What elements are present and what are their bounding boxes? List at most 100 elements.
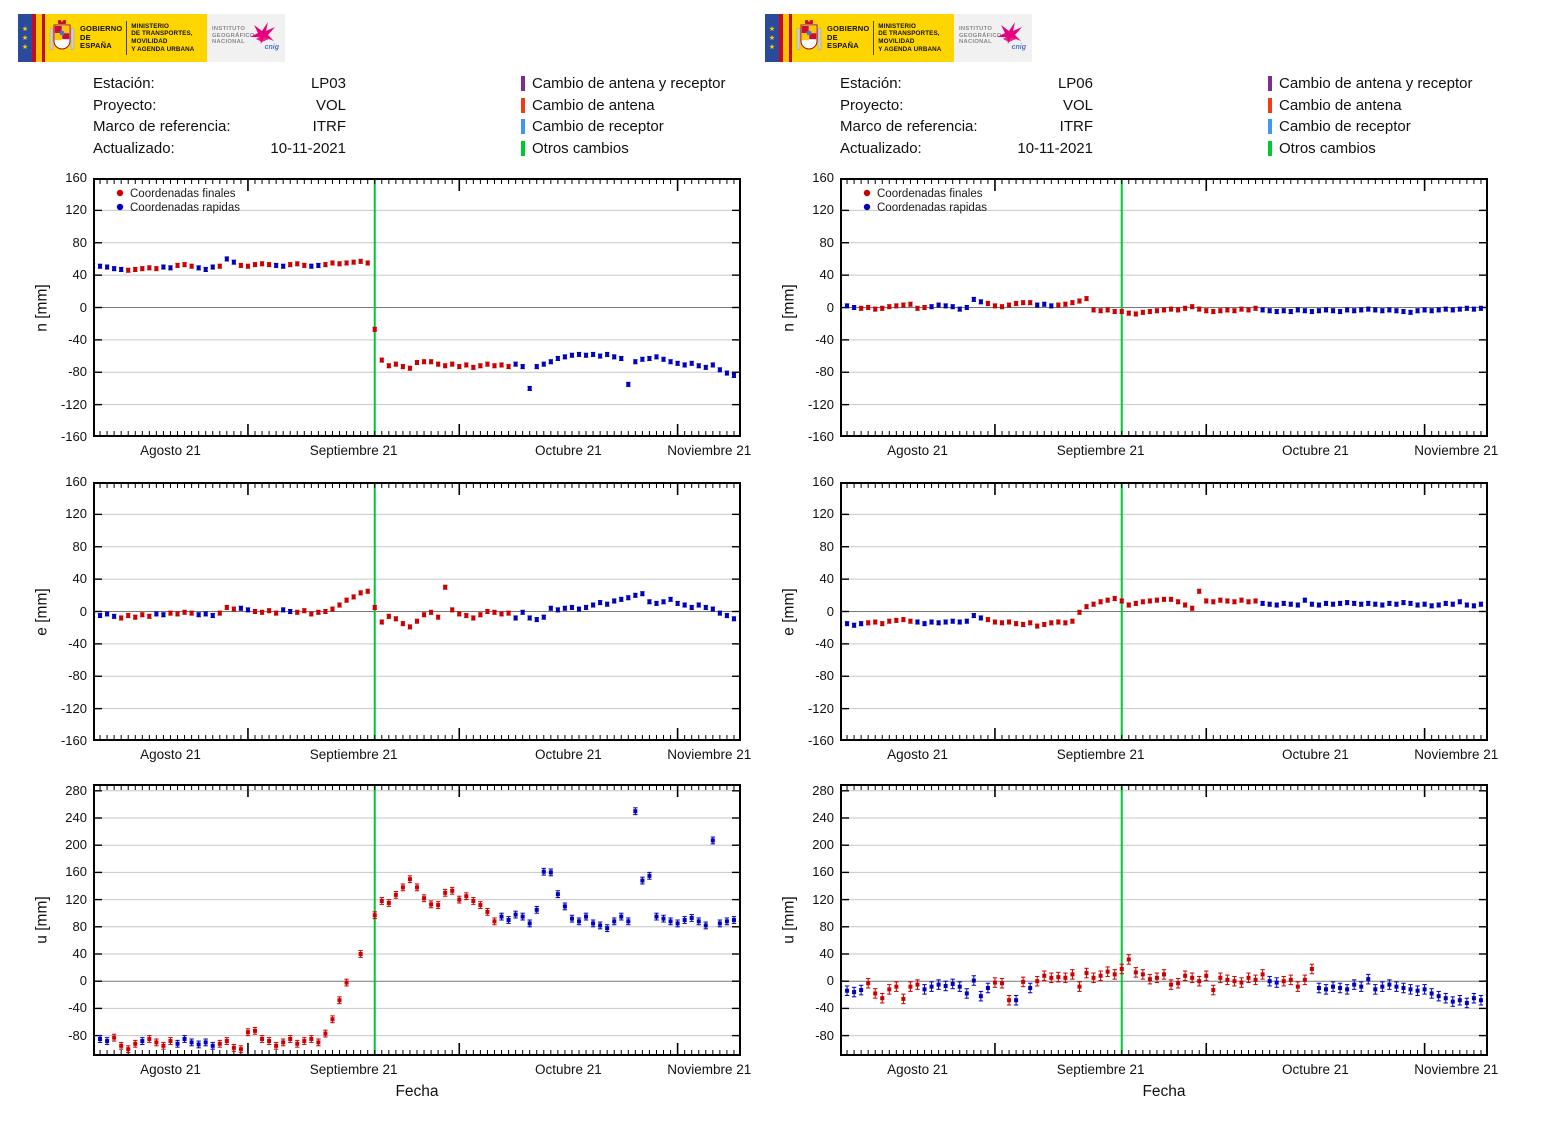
coat-of-arms-icon [49, 19, 75, 51]
x-month-label: Agosto 21 [140, 1062, 201, 1077]
x-month-label: Noviembre 21 [667, 1062, 752, 1077]
x-month-label: Octubre 21 [1282, 1062, 1349, 1077]
legend-color-bar [521, 97, 525, 113]
x-month-label: Agosto 21 [140, 443, 201, 458]
info-row: Proyecto: VOL [93, 96, 346, 114]
x-month-label: Septiembre 21 [1056, 1062, 1145, 1077]
chart-lp03-u: 280 240 200 160 120 80 40 0 -40 -80 u [mm] Agosto 2… [34, 783, 751, 1100]
x-month-label: Noviembre 21 [1414, 1062, 1499, 1077]
ign-block: INSTITUTO GEOGRÁFICO NACIONAL cnig [954, 14, 1032, 62]
x-month-label: Agosto 21 [887, 443, 948, 458]
chart-lp06-n: Coordenadas finales Coordenadas rapidas 16… [781, 170, 1498, 458]
legend-item: Cambio de antena [1268, 95, 1472, 117]
y-axis-title: n [mm] [781, 283, 798, 332]
chart-lp03-e: 160 120 80 40 0 -40 -80 -120 -160 e [mm] Agosto 21… [34, 474, 751, 762]
x-month-label: Octubre 21 [535, 1062, 602, 1077]
station-info-lp06: Estación: LP06 Proyecto: VOL Marco de refe… [840, 73, 1093, 159]
svg-text:Coordenadas rapidas: Coordenadas rapidas [877, 202, 987, 214]
chart-lp06-u: 280 240 200 160 120 80 40 0 -40 -80 u [mm] Agosto 2… [781, 783, 1498, 1100]
info-row: Marco de referencia: ITRF [93, 118, 346, 135]
cnig-splash-icon [997, 22, 1022, 44]
svg-text:Coordenadas finales: Coordenadas finales [877, 188, 983, 200]
legend-item: Cambio de receptor [1268, 116, 1472, 138]
spain-flag-icon [32, 14, 45, 62]
plot-LP03-u [90, 784, 744, 1056]
legend-item: Cambio de antena y receptor [521, 73, 725, 95]
x-month-label: Septiembre 21 [309, 1062, 398, 1077]
chart-lp03-n: Coordenadas finales Coordenadas rapidas 16… [34, 170, 751, 458]
legend-color-bar [521, 119, 525, 135]
x-month-label: Noviembre 21 [667, 747, 752, 762]
info-row: Estación: LP03 [93, 73, 346, 95]
eu-flag-icon: ★ ★ ★ [765, 14, 779, 62]
station-id: LP03 [310, 75, 346, 92]
banner-divider [873, 21, 875, 55]
legend-item: Cambio de antena y receptor [1268, 73, 1472, 95]
x-month-label: Agosto 21 [140, 747, 201, 762]
gobierno-text: GOBIERNO DE ESPAÑA [827, 24, 870, 51]
station-info-lp03: Estación: LP03 Proyecto: VOL Marco de refe… [93, 73, 346, 159]
legend-color-bar [1268, 97, 1272, 113]
ministerio-text: MINISTERIO DE TRANSPORTES, MOVILIDAD Y AGE… [131, 22, 195, 53]
plot-LP06-n: Coordenadas finales Coordenadas rapidas [837, 178, 1491, 437]
legend-color-bar [1268, 119, 1272, 135]
legend-item: Otros cambios [521, 138, 725, 160]
plot-LP06-e [837, 482, 1491, 741]
y-axis-title: n [mm] [34, 283, 51, 332]
x-axis-title: Fecha [395, 1083, 439, 1100]
government-banner: GOBIERNO DE ESPAÑA MINISTERIO DE TRANSPORT… [792, 14, 954, 62]
y-axis-title: u [mm] [34, 896, 51, 944]
coat-of-arms-icon [796, 19, 822, 51]
x-month-label: Noviembre 21 [1414, 747, 1499, 762]
svg-text:Coordenadas finales: Coordenadas finales [130, 188, 236, 200]
x-month-label: Septiembre 21 [309, 747, 398, 762]
plot-LP06-u [837, 784, 1491, 1056]
legend-item: Otros cambios [1268, 138, 1472, 160]
ministerio-text: MINISTERIO DE TRANSPORTES, MOVILIDAD Y AGE… [878, 22, 942, 53]
x-axis-title: Fecha [1142, 1083, 1186, 1100]
event-legend: Cambio de antena y receptor Cambio de an… [1268, 73, 1472, 159]
info-row: Actualizado: 10-11-2021 [840, 139, 1093, 157]
event-legend: Cambio de antena y receptor Cambio de an… [521, 73, 725, 159]
chart-lp06-e: 160 120 80 40 0 -40 -80 -120 -160 e [mm] Agosto 21… [781, 474, 1498, 762]
info-row: Estación: LP06 [840, 73, 1093, 95]
cnig-splash-icon [250, 22, 275, 44]
ign-government-logo: ★ ★ ★ GOBIERNO DE ESPAÑA MINISTERIO DE TRANS… [18, 14, 285, 62]
y-axis-title: u [mm] [781, 896, 798, 944]
ign-government-logo: ★ ★ ★ GOBIERNO DE ESPAÑA MINISTERIO DE TRANS… [765, 14, 1032, 62]
cnig-label: cnig [264, 44, 279, 51]
eu-flag-icon: ★ ★ ★ [18, 14, 32, 62]
x-month-label: Septiembre 21 [1056, 747, 1145, 762]
station-id: LP06 [1057, 75, 1093, 92]
cnig-label: cnig [1011, 44, 1026, 51]
svg-text:Coordenadas rapidas: Coordenadas rapidas [130, 202, 240, 214]
plot-LP03-e [90, 482, 744, 741]
x-month-label: Septiembre 21 [1056, 443, 1145, 458]
legend-color-bar [521, 76, 525, 92]
info-row: Proyecto: VOL [840, 96, 1093, 114]
legend-item: Cambio de receptor [521, 116, 725, 138]
y-axis-title: e [mm] [34, 587, 51, 636]
plot-LP03-n: Coordenadas finales Coordenadas rapidas [90, 178, 744, 437]
banner-divider [126, 21, 128, 55]
gobierno-text: GOBIERNO DE ESPAÑA [80, 24, 123, 51]
x-month-label: Agosto 21 [887, 1062, 948, 1077]
government-banner: GOBIERNO DE ESPAÑA MINISTERIO DE TRANSPORT… [45, 14, 207, 62]
ign-block: INSTITUTO GEOGRÁFICO NACIONAL cnig [207, 14, 285, 62]
x-month-label: Noviembre 21 [667, 443, 752, 458]
x-month-label: Noviembre 21 [1414, 443, 1499, 458]
legend-item: Cambio de antena [521, 95, 725, 117]
report-page: ★ ★ ★ GOBIERNO DE ESPAÑA MINISTERIO DE TRANS… [0, 0, 1543, 1125]
info-row: Marco de referencia: ITRF [840, 118, 1093, 135]
x-month-label: Octubre 21 [1282, 747, 1349, 762]
spain-flag-icon [779, 14, 792, 62]
x-month-label: Septiembre 21 [309, 443, 398, 458]
legend-color-bar [521, 140, 525, 156]
legend-color-bar [1268, 140, 1272, 156]
x-month-label: Agosto 21 [887, 747, 948, 762]
y-axis-title: e [mm] [781, 587, 798, 636]
x-month-label: Octubre 21 [1282, 443, 1349, 458]
legend-color-bar [1268, 76, 1272, 92]
x-month-label: Octubre 21 [535, 747, 602, 762]
x-month-label: Octubre 21 [535, 443, 602, 458]
